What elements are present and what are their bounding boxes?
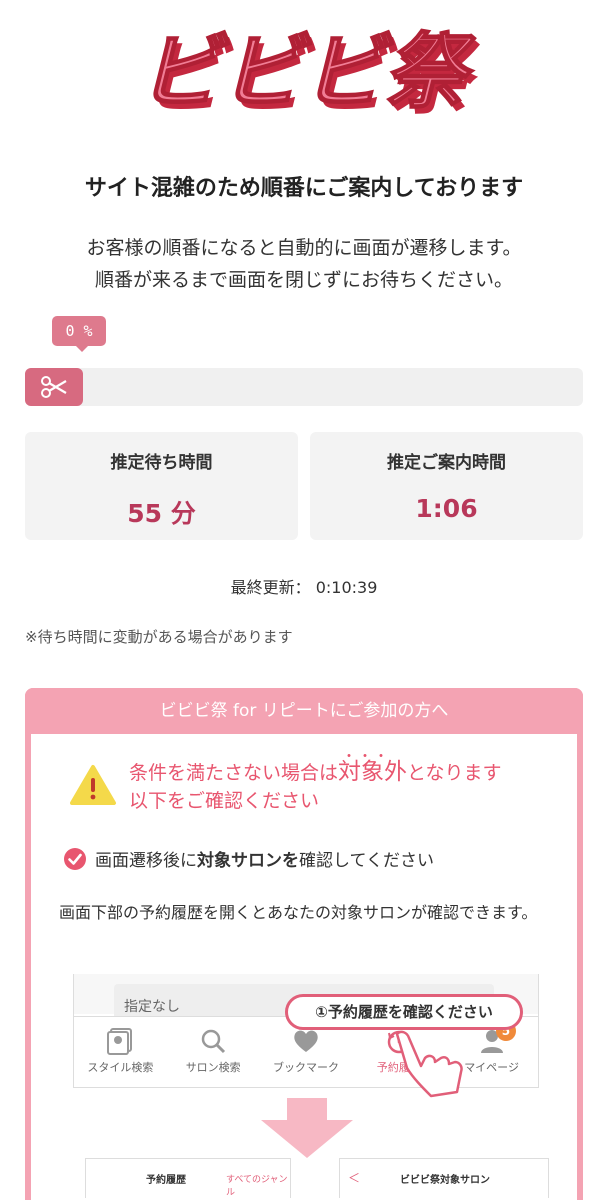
progress-percent-badge: 0 % [52,316,106,352]
example-history-screen: 予約履歴 すべてのジャンル [85,1158,291,1198]
last-updated-label: 最終更新： [230,578,311,597]
wait-time-note: ※待ち時間に変動がある場合があります [25,628,293,646]
last-updated-value: 0:10:39 [315,578,378,597]
arrow-down-icon [261,1098,353,1158]
nav-label: サロン検索 [185,1061,241,1074]
example-history-title: 予約履歴 [146,1175,186,1186]
back-chevron-icon: ＜ [348,1171,361,1185]
nav-salon-search: サロン検索 [167,1017,260,1087]
estimated-guide-label: 推定ご案内時間 [387,453,506,473]
confirm-text-a: 画面遷移後に [95,851,197,871]
warning-emphasis: 対象外 [338,759,407,785]
desc-line-1: お客様の順番になると自動的に画面が遷移します。 [86,237,522,259]
queue-progress-bar [25,368,583,406]
warning-line-1: 条件を満たさない場合は対象外となります [129,758,501,787]
nav-style-search: スタイル検索 [74,1017,167,1087]
estimated-guide-card: 推定ご案内時間 1:06 [310,432,583,540]
check-circle-icon [64,847,86,870]
estimated-guide-value: 1:06 [415,494,478,523]
pointing-hand-icon [395,1030,463,1098]
nav-label: ブックマーク [272,1061,339,1074]
bibibi-festival-logo: ビビビ祭 ビビビ祭 [132,23,480,124]
confirm-text-b: 確認してください [299,851,434,871]
page-title: サイト混雑のため順番にご案内しております [84,176,524,201]
svg-text:ビビビ祭: ビビビ祭 [133,24,480,120]
repeat-box-header: ビビビ祭 for リピートにご参加の方へ [25,688,583,734]
heart-icon [294,1030,318,1052]
desc-line-2: 順番が来るまで画面を閉じずにお待ちください。 [94,269,513,291]
warning-line-2: 以下をご確認ください [129,790,320,812]
check-history-callout: ①予約履歴を確認ください [285,994,523,1030]
progress-fill [25,368,83,406]
warning-text-b: となります [407,762,502,784]
confirm-salon-row: 画面遷移後に 対象サロンを 確認してください [63,846,434,871]
queue-description: お客様の順番になると自動的に画面が遷移します。 順番が来るまで画面を閉じずにお待… [0,232,608,296]
example-genre-link: すべてのジャンル [226,1175,288,1198]
estimated-wait-card: 推定待ち時間 55 分 [25,432,298,540]
example-salon-title: ビビビ祭対象サロン [400,1175,490,1186]
warning-icon [70,765,116,805]
scissors-icon [41,376,67,398]
warning-text: 条件を満たさない場合は対象外となります 以下をご確認ください [129,758,501,815]
repeat-participant-box: ビビビ祭 for リピートにご参加の方へ 条件を満たさない場合は対象外となります… [25,688,583,1200]
warning-text-a: 条件を満たさない場合は [129,762,339,784]
photo-icon [107,1028,133,1055]
nav-label: スタイル検索 [87,1061,154,1074]
last-updated: 最終更新： 0:10:39 [0,574,608,598]
example-salon-screen: ＜ ビビビ祭対象サロン [339,1158,549,1198]
estimated-wait-label: 推定待ち時間 [110,453,213,473]
estimated-wait-value: 55 分 [127,499,196,528]
confirm-text-bold: 対象サロンを [197,851,299,871]
explain-text: 画面下部の予約履歴を開くとあなたの対象サロンが確認できます。 [59,903,538,922]
search-icon [201,1029,226,1054]
